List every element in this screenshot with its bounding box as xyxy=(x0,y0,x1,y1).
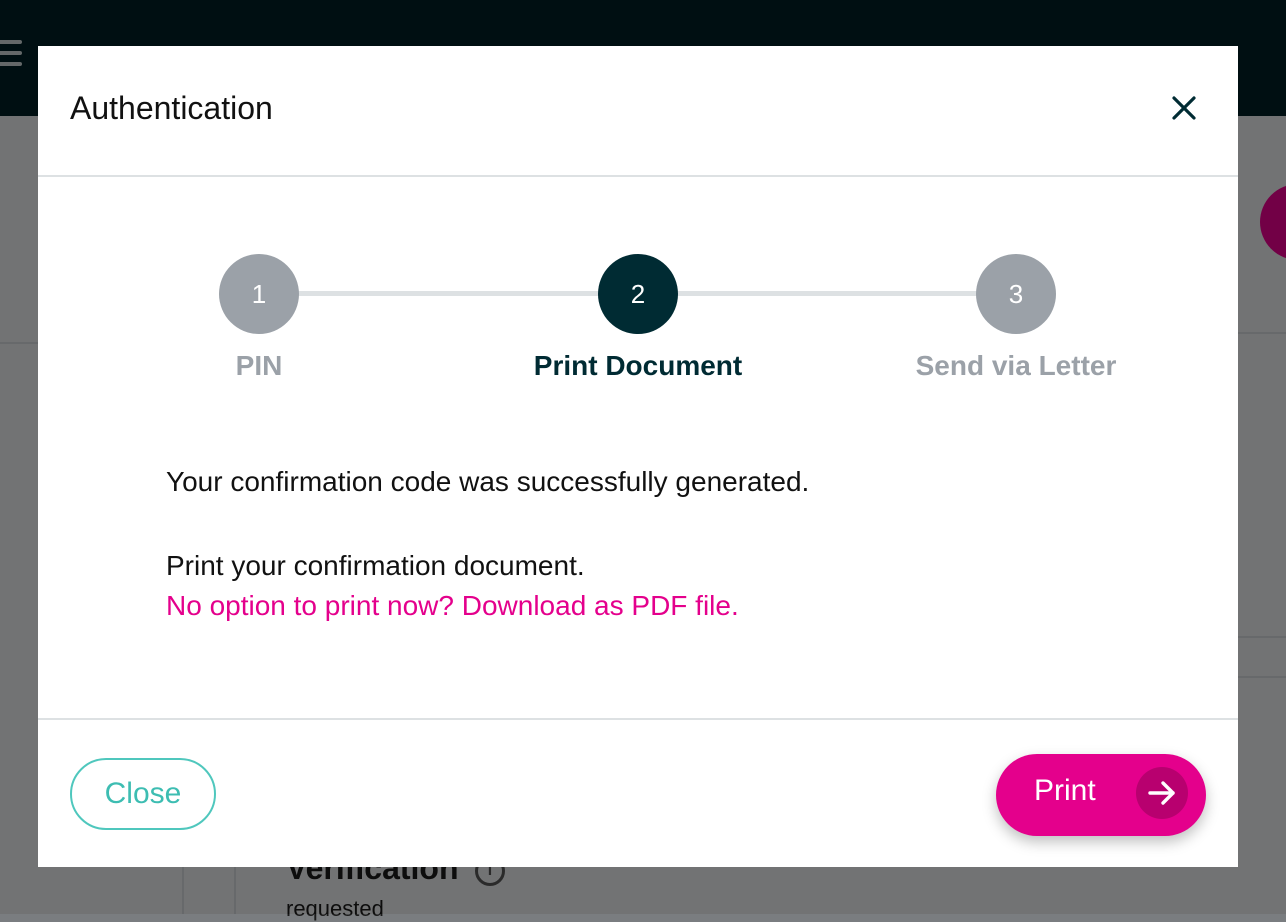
dialog-header: Authentication xyxy=(38,46,1238,177)
step-pin: 1 PIN xyxy=(109,254,409,382)
download-pdf-link[interactable]: No option to print now? Download as PDF … xyxy=(166,590,1126,622)
step-label: PIN xyxy=(235,350,283,381)
step-print-document: 2 Print Document xyxy=(488,254,788,382)
step-number: 2 xyxy=(598,254,678,334)
dialog-body: Your confirmation code was successfully … xyxy=(166,466,1126,622)
dialog-footer: Close Print xyxy=(38,718,1238,869)
close-icon[interactable] xyxy=(1168,92,1200,124)
success-message: Your confirmation code was successfully … xyxy=(166,466,810,497)
arrow-right-icon xyxy=(1136,767,1188,819)
dialog-title: Authentication xyxy=(70,90,273,126)
progress-stepper: 1 PIN 2 Print Document 3 Send via Letter xyxy=(38,254,1238,394)
print-instruction: Print your confirmation document. xyxy=(166,550,585,581)
step-number: 1 xyxy=(219,254,299,334)
step-send-via-letter: 3 Send via Letter xyxy=(866,254,1166,382)
step-label: Print Document xyxy=(533,350,743,381)
step-number: 3 xyxy=(976,254,1056,334)
step-label: Send via Letter xyxy=(915,350,1117,381)
print-button[interactable]: Print xyxy=(996,754,1206,836)
close-button[interactable]: Close xyxy=(70,758,216,830)
print-button-label: Print xyxy=(1034,774,1096,807)
authentication-dialog: Authentication 1 PIN 2 Print Document 3 … xyxy=(38,46,1238,867)
